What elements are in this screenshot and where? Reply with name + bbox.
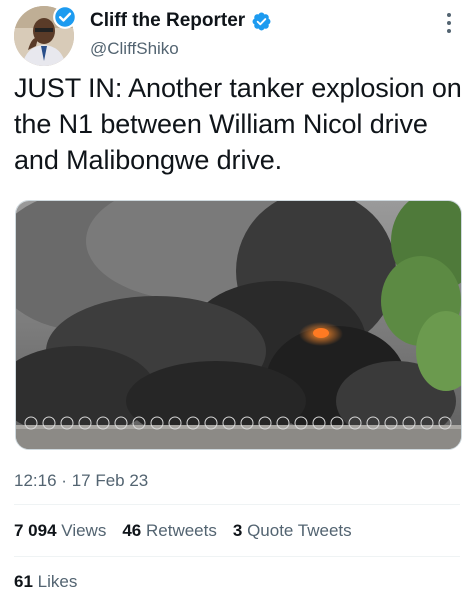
tweet-header: Cliff the Reporter @CliffShiko [14, 5, 464, 66]
tweet-timestamp[interactable]: 12:16 · 17 Feb 23 [14, 471, 148, 491]
retweets-label: Retweets [145, 521, 217, 540]
author-handle[interactable]: @CliffShiko [90, 39, 272, 59]
views-stat[interactable]: 7 094 Views [14, 521, 106, 541]
verified-icon [252, 12, 271, 30]
divider [14, 556, 460, 557]
timestamp-separator: · [61, 471, 67, 490]
divider [14, 504, 460, 505]
tweet-text: JUST IN: Another tanker explosion on the… [14, 73, 462, 175]
explosion-smoke-photo [16, 201, 461, 449]
likes-count: 61 [14, 572, 33, 591]
quote-tweets-stat[interactable]: 3 Quote Tweets [233, 521, 352, 541]
tweet-date: 17 Feb 23 [71, 471, 149, 490]
avatar[interactable] [14, 5, 77, 66]
engagement-stats: 7 094 Views 46 Retweets 3 Quote Tweets [14, 521, 352, 541]
views-label: Views [61, 521, 107, 540]
likes-label: Likes [37, 572, 78, 591]
tweet-time: 12:16 [14, 471, 57, 490]
retweets-count: 46 [122, 521, 142, 540]
verified-badge-icon [53, 5, 77, 29]
quote-tweets-count: 3 [232, 521, 243, 540]
display-name[interactable]: Cliff the Reporter [90, 10, 245, 32]
likes-stat[interactable]: 61 Likes [14, 572, 77, 592]
more-options-icon[interactable] [438, 10, 460, 36]
tweet-photo[interactable] [15, 200, 462, 450]
quote-tweets-label: Quote Tweets [247, 521, 352, 540]
author-names: Cliff the Reporter @CliffShiko [90, 10, 272, 59]
retweets-stat[interactable]: 46 Retweets [122, 521, 217, 541]
views-count: 7 094 [14, 521, 57, 540]
